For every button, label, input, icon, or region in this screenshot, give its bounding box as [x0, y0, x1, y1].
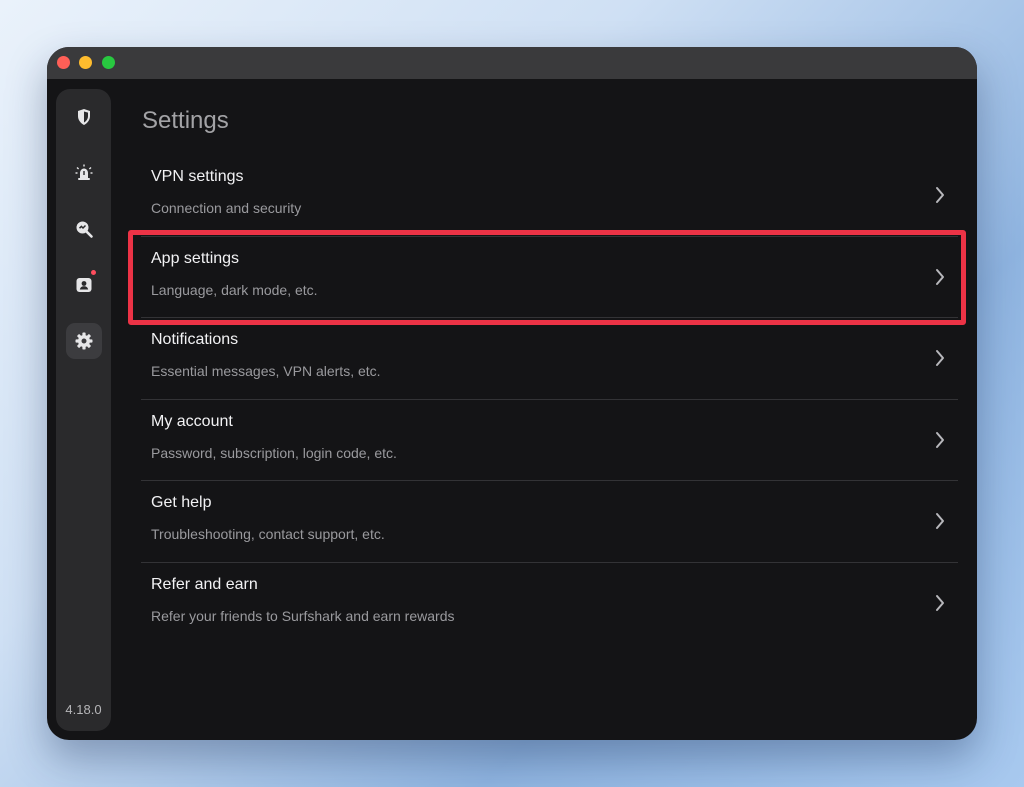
row-title: VPN settings	[151, 168, 244, 185]
row-subtitle: Essential messages, VPN alerts, etc.	[151, 363, 381, 379]
row-title: Refer and earn	[151, 575, 258, 593]
notification-badge	[91, 270, 96, 275]
row-subtitle: Troubleshooting, contact support, etc.	[151, 526, 385, 542]
sidebar-item-vpn[interactable]	[66, 99, 102, 135]
close-window-button[interactable]	[57, 56, 70, 69]
row-title: Notifications	[151, 331, 239, 348]
chevron-right-icon	[936, 187, 944, 203]
settings-row-account[interactable]: My account Password, subscription, login…	[141, 400, 958, 481]
settings-row-notifications[interactable]: Notifications Essential messages, VPN al…	[141, 318, 958, 400]
row-subtitle: Password, subscription, login code, etc.	[151, 444, 397, 461]
sidebar-item-settings[interactable]	[66, 323, 102, 359]
chevron-right-icon	[936, 431, 944, 448]
sidebar-item-alert[interactable]	[66, 155, 102, 191]
search-icon	[76, 221, 93, 238]
minimize-window-button[interactable]	[79, 56, 92, 69]
alert-icon	[75, 164, 93, 180]
row-title: My account	[151, 412, 233, 430]
row-subtitle: Refer your friends to Surfshark and earn…	[151, 607, 455, 624]
settings-row-refer[interactable]: Refer and earn Refer your friends to Sur…	[141, 563, 958, 645]
chevron-right-icon	[936, 594, 944, 611]
title-bar	[47, 47, 977, 79]
sidebar-item-contacts[interactable]	[66, 267, 102, 303]
sidebar: 4.18.0	[56, 89, 111, 731]
chevron-right-icon	[936, 268, 944, 285]
row-title: App settings	[151, 249, 240, 267]
row-subtitle: Language, dark mode, etc.	[151, 281, 318, 298]
settings-row-help[interactable]: Get help Troubleshooting, contact suppor…	[141, 481, 958, 563]
settings-list: VPN settings Connection and security App…	[141, 155, 958, 644]
settings-row-vpn[interactable]: VPN settings Connection and security	[141, 155, 958, 237]
gear-icon	[75, 332, 93, 350]
page-title: Settings	[142, 107, 229, 134]
contact-icon	[76, 278, 92, 292]
maximize-window-button[interactable]	[102, 56, 115, 69]
app-window: 4.18.0 Settings VPN settings Connection …	[47, 47, 977, 740]
chevron-right-icon	[936, 513, 944, 529]
shield-icon	[78, 109, 90, 125]
row-title: Get help	[151, 494, 212, 511]
sidebar-item-search[interactable]	[66, 211, 102, 247]
settings-row-app[interactable]: App settings Language, dark mode, etc.	[141, 237, 958, 318]
app-version: 4.18.0	[65, 702, 102, 717]
chevron-right-icon	[936, 350, 944, 366]
row-subtitle: Connection and security	[151, 200, 302, 216]
